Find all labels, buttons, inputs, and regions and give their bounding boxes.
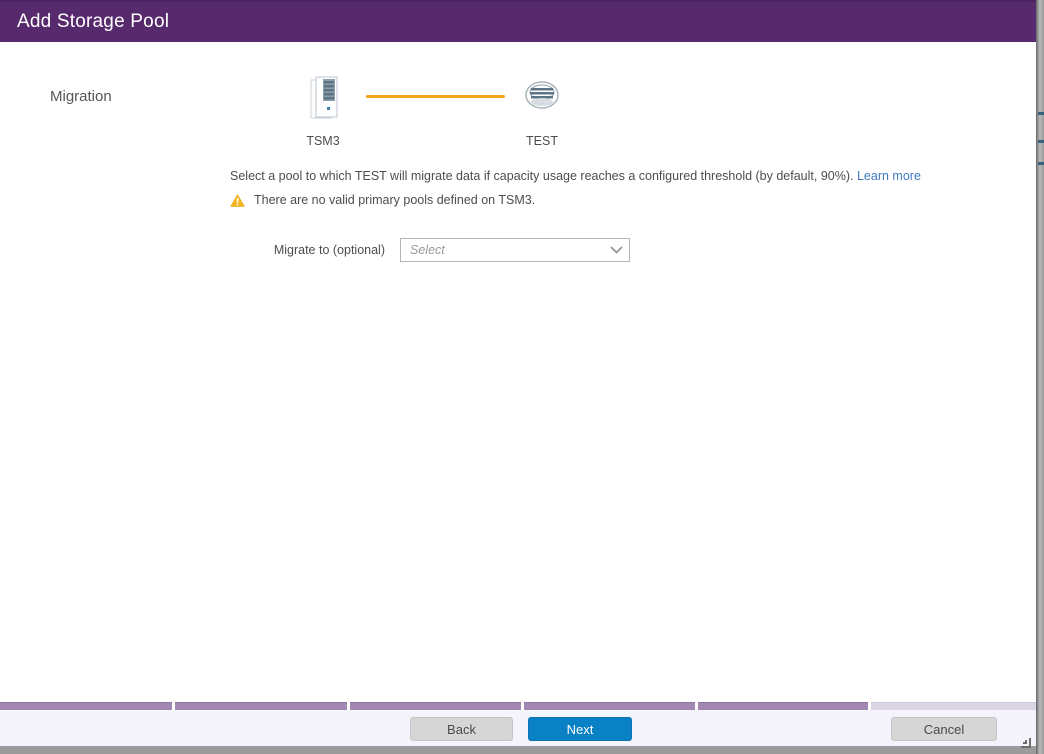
target-pool-name: TEST xyxy=(526,134,558,148)
migration-description: Select a pool to which TEST will migrate… xyxy=(230,169,930,183)
background-table-header-segment xyxy=(698,702,868,710)
source-server-name: TSM3 xyxy=(306,134,340,148)
storage-pool-icon xyxy=(524,80,560,115)
back-button[interactable]: Back xyxy=(410,717,513,741)
window-bottom-edge xyxy=(0,746,1044,754)
scrollbar-mark xyxy=(1038,162,1044,165)
warning-icon xyxy=(230,193,245,207)
background-table-header-segment xyxy=(0,702,172,710)
background-table-header-segment xyxy=(350,702,521,710)
cancel-button[interactable]: Cancel xyxy=(891,717,997,741)
scrollbar-mark xyxy=(1038,112,1044,115)
background-table-header-segment xyxy=(175,702,347,710)
background-table-header-segment xyxy=(871,702,1036,710)
warning-text: There are no valid primary pools defined… xyxy=(254,193,536,207)
dialog-title: Add Storage Pool xyxy=(17,11,170,32)
wizard-step-label: Migration xyxy=(50,88,112,105)
scrollbar-mark xyxy=(1038,140,1044,143)
add-storage-pool-dialog: Add Storage Pool Migration TSM3 TEST Sel… xyxy=(0,0,1044,754)
wizard-content: Migration TSM3 TEST Select a pool to whi… xyxy=(0,42,1036,702)
next-button[interactable]: Next xyxy=(528,717,632,741)
migrate-to-select[interactable]: Select xyxy=(400,238,630,262)
background-table-header-row xyxy=(0,702,1036,710)
dialog-header: Add Storage Pool xyxy=(0,0,1036,42)
page-scrollbar[interactable] xyxy=(1036,0,1044,754)
migration-connector-line xyxy=(366,95,505,98)
chevron-down-icon xyxy=(603,241,629,259)
warning-message: There are no valid primary pools defined… xyxy=(230,193,930,207)
select-placeholder: Select xyxy=(410,243,445,257)
migrate-to-label: Migrate to (optional) xyxy=(273,243,385,257)
server-icon xyxy=(308,76,342,127)
migration-description-text: Select a pool to which TEST will migrate… xyxy=(230,169,854,183)
resize-handle-icon[interactable] xyxy=(1019,736,1031,748)
learn-more-link[interactable]: Learn more xyxy=(857,169,921,183)
dialog-footer: Back Next Cancel xyxy=(0,710,1036,746)
background-table-header-segment xyxy=(524,702,695,710)
